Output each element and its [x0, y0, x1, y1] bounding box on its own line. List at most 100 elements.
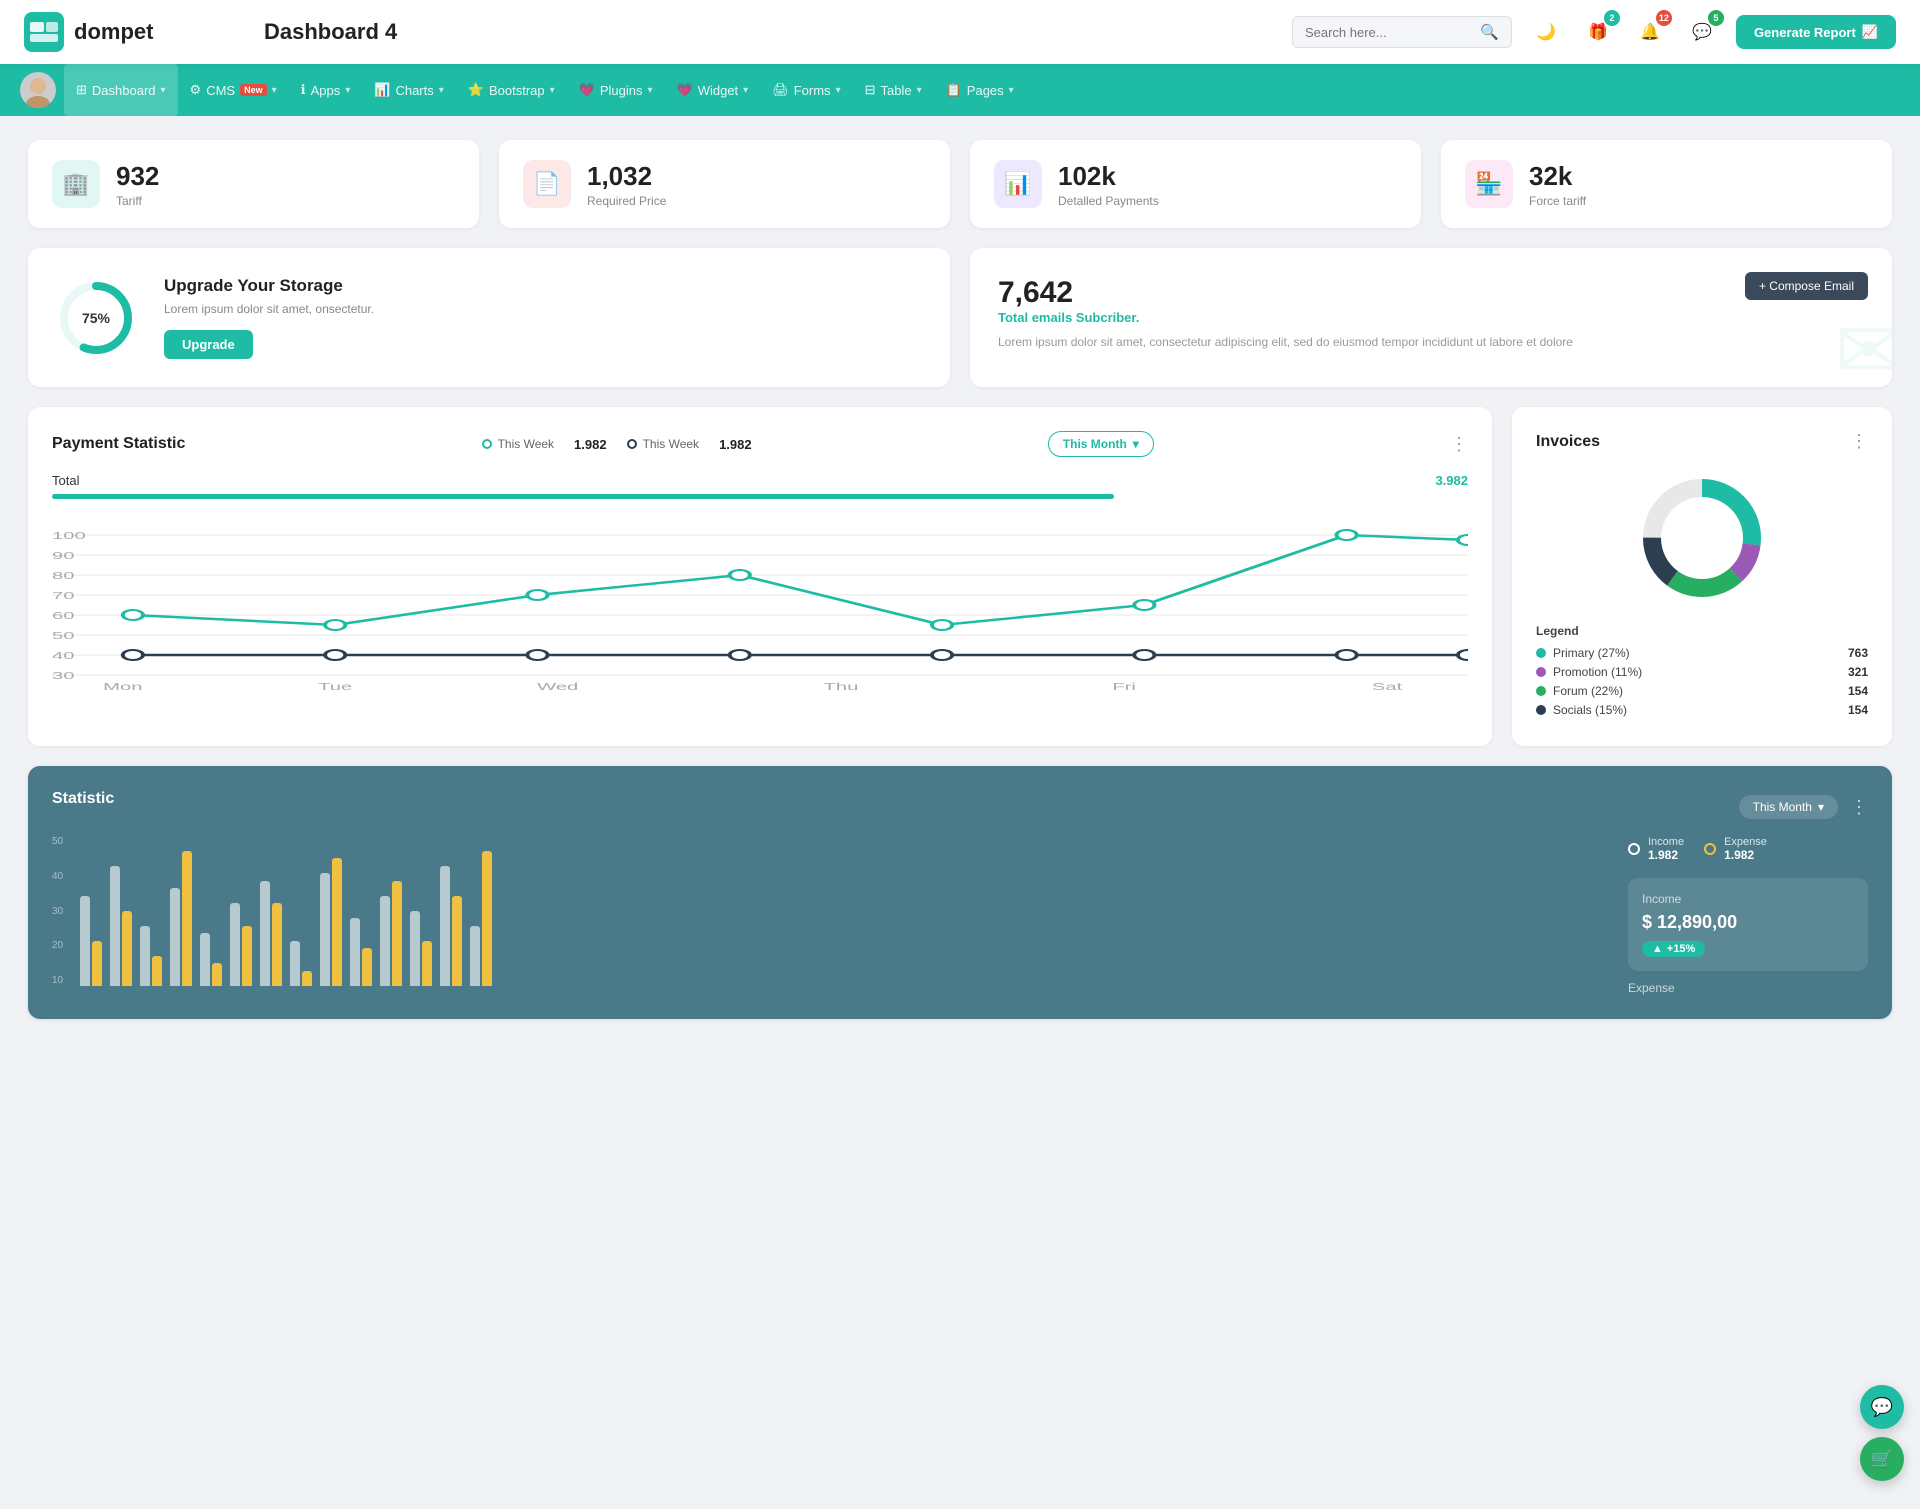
- message-button[interactable]: 💬 5: [1684, 14, 1720, 50]
- required-price-value: 1,032: [587, 161, 666, 192]
- bar-white-4: [200, 933, 210, 986]
- bar-group-0: [80, 896, 102, 986]
- apps-icon: ℹ: [301, 82, 306, 98]
- notification-badge: 12: [1656, 10, 1672, 26]
- nav-item-dashboard[interactable]: ⊞ Dashboard ▾: [64, 64, 178, 116]
- stat-card-info-3: 102k Detalled Payments: [1058, 161, 1159, 208]
- cms-icon: ⚙: [190, 82, 202, 98]
- cart-float-button[interactable]: 🛒: [1860, 1437, 1904, 1481]
- statistic-more-button[interactable]: ⋮: [1850, 797, 1868, 818]
- dot-primary: [1536, 648, 1546, 658]
- tariff-label: Tariff: [116, 194, 159, 208]
- legend-value-2: 1.982: [719, 437, 752, 452]
- bar-yellow-7: [302, 971, 312, 986]
- income-dot: [1628, 843, 1640, 855]
- message-badge: 5: [1708, 10, 1724, 26]
- expense-box-title: Expense: [1628, 981, 1868, 995]
- income-expense-row: Income 1.982 Expense 1.982: [1628, 836, 1868, 862]
- search-icon: 🔍: [1480, 23, 1499, 41]
- search-input[interactable]: [1305, 25, 1472, 40]
- bar-yellow-3: [182, 851, 192, 986]
- statistic-filter-label: This Month: [1753, 800, 1812, 814]
- bar-white-5: [230, 903, 240, 986]
- header-right: 🔍 🌙 🎁 2 🔔 12 💬 5 Generate Report 📈: [1292, 14, 1896, 50]
- dashboard-icon: ⊞: [76, 82, 87, 98]
- circle-progress: 75%: [56, 278, 136, 358]
- bar-group-7: [290, 941, 312, 986]
- nav-item-plugins[interactable]: 💗 Plugins ▾: [567, 64, 665, 116]
- email-count: 7,642: [998, 276, 1864, 310]
- support-float-button[interactable]: 💬: [1860, 1385, 1904, 1429]
- upgrade-button[interactable]: Upgrade: [164, 330, 253, 359]
- y-label-50: 50: [52, 836, 63, 847]
- donut-container: [1536, 468, 1868, 608]
- value-promotion: 321: [1848, 665, 1868, 679]
- pages-icon: 📋: [946, 82, 962, 98]
- nav-item-apps[interactable]: ℹ Apps ▾: [289, 64, 363, 116]
- nav-label-cms: CMS: [206, 83, 235, 98]
- expense-box: Expense: [1628, 981, 1868, 995]
- bar-yellow-10: [392, 881, 402, 986]
- legend-label-2: This Week: [643, 437, 699, 451]
- bar-group-9: [350, 918, 372, 986]
- force-tariff-label: Force tariff: [1529, 194, 1586, 208]
- legend-row-promotion: Promotion (11%) 321: [1536, 665, 1868, 679]
- notification-button[interactable]: 🔔 12: [1632, 14, 1668, 50]
- required-price-label: Required Price: [587, 194, 666, 208]
- bar-white-13: [470, 926, 480, 986]
- gift-button[interactable]: 🎁 2: [1580, 14, 1616, 50]
- label-promotion: Promotion (11%): [1553, 665, 1642, 679]
- widget-icon: 💗: [677, 82, 693, 98]
- bar-white-11: [410, 911, 420, 986]
- nav-item-pages[interactable]: 📋 Pages ▾: [934, 64, 1026, 116]
- dot-forum: [1536, 686, 1546, 696]
- payment-more-button[interactable]: ⋮: [1450, 434, 1468, 455]
- nav-label-plugins: Plugins: [600, 83, 643, 98]
- nav-item-widget[interactable]: 💗 Widget ▾: [665, 64, 761, 116]
- invoices-more-button[interactable]: ⋮: [1850, 431, 1868, 452]
- svg-text:30: 30: [52, 671, 75, 682]
- nav-item-forms[interactable]: 🖨 Forms ▾: [760, 64, 852, 116]
- bar-yellow-13: [482, 851, 492, 986]
- filter-chevron-icon: ▾: [1133, 437, 1139, 451]
- label-forum: Forum (22%): [1553, 684, 1623, 698]
- nav-label-apps: Apps: [311, 83, 341, 98]
- bootstrap-icon: ⭐: [468, 82, 484, 98]
- nav-item-cms[interactable]: ⚙ CMS New ▾: [178, 64, 289, 116]
- compose-email-button[interactable]: + Compose Email: [1745, 272, 1868, 300]
- main-content: 🏢 932 Tariff 📄 1,032 Required Price 📊 10…: [0, 116, 1920, 1043]
- legend-row-forum: Forum (22%) 154: [1536, 684, 1868, 698]
- invoices-title: Invoices: [1536, 433, 1600, 451]
- bar-yellow-0: [92, 941, 102, 986]
- up-arrow-icon: ▲: [1652, 943, 1663, 955]
- dot-socials: [1536, 705, 1546, 715]
- svg-text:90: 90: [52, 551, 75, 562]
- svg-text:40: 40: [52, 651, 75, 662]
- bar-yellow-4: [212, 963, 222, 986]
- chevron-down-icon-charts: ▾: [439, 85, 444, 96]
- statistic-filter-button[interactable]: This Month ▾: [1739, 795, 1838, 819]
- payment-legend: This Week 1.982 This Week 1.982: [482, 437, 752, 452]
- search-box: 🔍: [1292, 16, 1512, 48]
- label-socials: Socials (15%): [1553, 703, 1627, 717]
- stat-right-panel: Income 1.982 Expense 1.982 Income $: [1628, 836, 1868, 995]
- chevron-down-icon-forms: ▾: [836, 85, 841, 96]
- bar-group-6: [260, 881, 282, 986]
- tariff-icon: 🏢: [52, 160, 100, 208]
- nav-item-bootstrap[interactable]: ⭐ Bootstrap ▾: [456, 64, 567, 116]
- dark-mode-button[interactable]: 🌙: [1528, 14, 1564, 50]
- header: dompet Dashboard 4 🔍 🌙 🎁 2 🔔 12 💬 5 Gene…: [0, 0, 1920, 64]
- message-icon: 💬: [1692, 22, 1712, 42]
- legend-left-socials: Socials (15%): [1536, 703, 1627, 717]
- svg-text:Thu: Thu: [824, 682, 859, 693]
- nav-item-charts[interactable]: 📊 Charts ▾: [362, 64, 456, 116]
- svg-text:Wed: Wed: [537, 682, 578, 693]
- upgrade-title: Upgrade Your Storage: [164, 276, 374, 296]
- income-label: Income: [1648, 836, 1684, 848]
- generate-report-button[interactable]: Generate Report 📈: [1736, 15, 1896, 49]
- payment-filter-button[interactable]: This Month ▾: [1048, 431, 1154, 457]
- bar-white-7: [290, 941, 300, 986]
- stat-card-detailed-payments: 📊 102k Detalled Payments: [970, 140, 1421, 228]
- income-box-title: Income: [1642, 892, 1854, 906]
- nav-item-table[interactable]: ⊟ Table ▾: [853, 64, 934, 116]
